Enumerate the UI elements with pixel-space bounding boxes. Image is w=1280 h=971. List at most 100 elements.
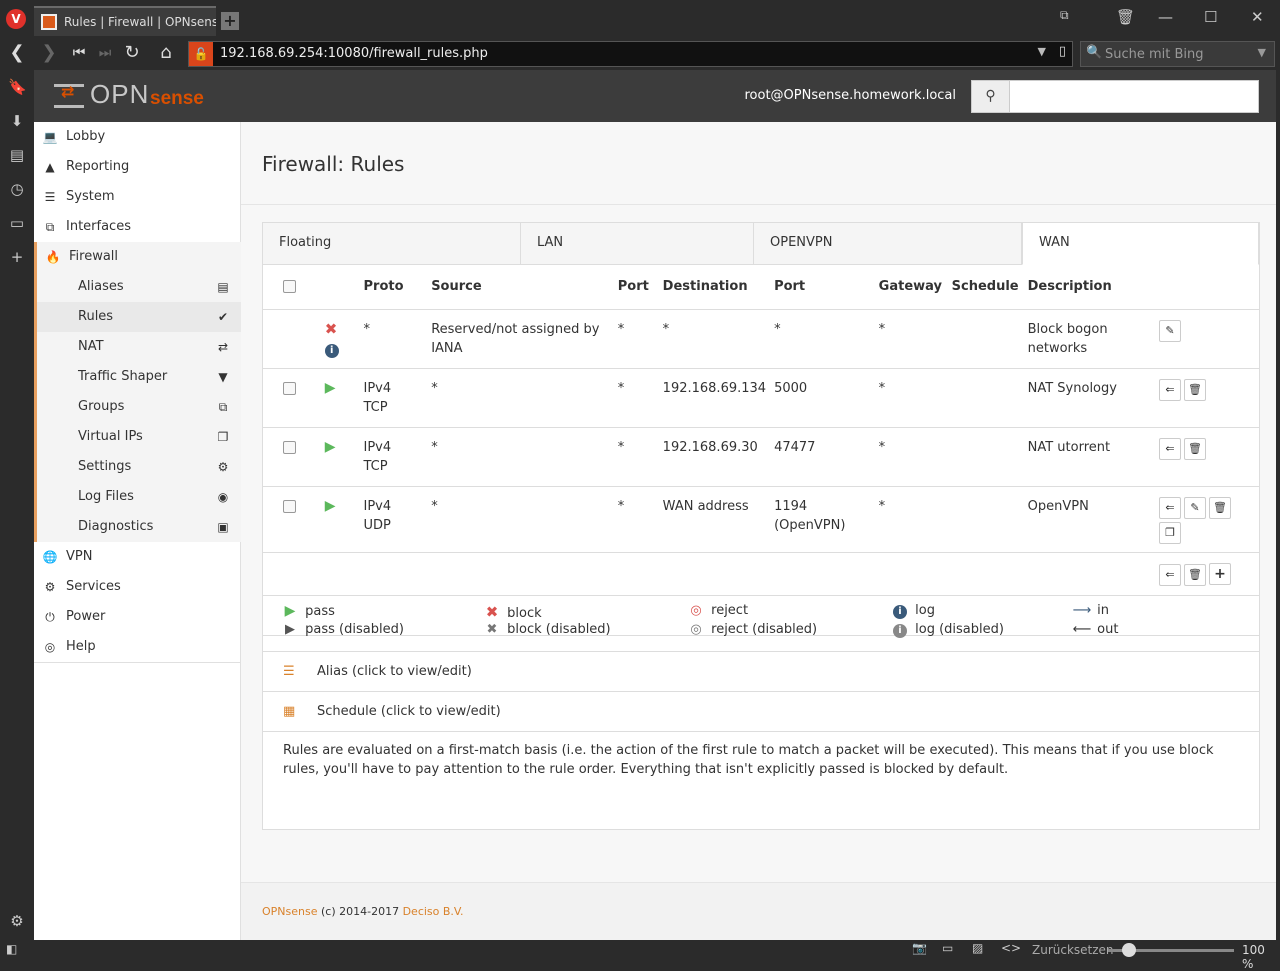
rule-checkbox[interactable] <box>283 381 296 395</box>
panel-toggle-icon[interactable]: ◧ <box>6 942 17 956</box>
pass-icon[interactable]: ▶ <box>325 380 336 396</box>
table-row: ▶ IPv4 TCP * * 192.168.69.134 5000 * NAT … <box>263 368 1259 428</box>
web-search-field[interactable]: 🔍 Suche mit Bing ▼ <box>1080 41 1275 67</box>
sidebar-item-power[interactable]: ⏻ Power <box>34 602 241 632</box>
sidebar-item-system[interactable]: ☰ System <box>34 182 241 212</box>
sidebar-item-interfaces[interactable]: ⧉ Interfaces <box>34 212 241 242</box>
cell-destination: WAN address <box>658 486 771 553</box>
page-footer: OPNsense (c) 2014-2017 Deciso B.V. <box>241 882 1276 940</box>
downloads-panel-icon[interactable]: ⬇ <box>8 112 26 130</box>
fast-forward-button[interactable]: ⏭ <box>94 45 116 61</box>
move-before-button[interactable]: ⇐ <box>1159 378 1182 401</box>
table-row: ▶ IPv4 TCP * * 192.168.69.30 47477 * NAT … <box>263 427 1259 487</box>
sidebar-subitem-diagnostics[interactable]: Diagnostics ▣ <box>34 512 241 542</box>
sidebar-subitem-rules[interactable]: Rules ✔ <box>34 302 241 332</box>
sidebar-subitem-aliases[interactable]: Aliases ▤ <box>34 272 241 302</box>
laptop-icon: 💻 <box>42 130 58 144</box>
delete-rule-button[interactable]: 🗑 <box>1184 378 1207 401</box>
home-button[interactable]: ⌂ <box>155 42 177 63</box>
tab-floating[interactable]: Floating <box>263 223 521 265</box>
tab-openvpn[interactable]: OPENVPN <box>754 223 1022 265</box>
user-label[interactable]: root@OPNsense.homework.local <box>744 88 956 103</box>
rule-checkbox[interactable] <box>283 499 296 513</box>
history-panel-icon[interactable]: ◷ <box>8 180 26 198</box>
move-selected-button[interactable]: ⇐ <box>1159 563 1182 586</box>
add-panel-icon[interactable]: + <box>8 248 26 266</box>
sidebar-subitem-nat[interactable]: NAT ⇄ <box>34 332 241 362</box>
forward-button[interactable]: ❯ <box>38 42 60 63</box>
chevron-down-icon[interactable]: ▼ <box>1258 46 1266 59</box>
search-icon[interactable]: ⚲ <box>972 81 1010 112</box>
trash-icon[interactable]: 🗑 <box>1116 8 1135 26</box>
footer-company-link[interactable]: Deciso B.V. <box>403 905 464 918</box>
sidebar-item-services[interactable]: ⚙ Services <box>34 572 241 602</box>
cell-destination: 192.168.69.134 <box>658 368 771 428</box>
sidebar-item-lobby[interactable]: 💻 Lobby <box>34 122 241 152</box>
browser-side-panel: 🔖 ⬇ ▤ ◷ ▭ + ⚙ <box>0 70 34 940</box>
sidebar-item-reporting[interactable]: ▲ Reporting <box>34 152 241 182</box>
opnsense-logo[interactable]: ⇄ OPN sense <box>54 79 214 112</box>
move-before-button[interactable]: ⇐ <box>1159 437 1182 460</box>
sidebar-subitem-traffic-shaper[interactable]: Traffic Shaper ▼ <box>34 362 241 392</box>
image-icon[interactable]: ▨ <box>972 941 983 955</box>
list-icon: ☰ <box>283 664 295 679</box>
schedule-legend-row: ▦ Schedule (click to view/edit) <box>263 692 1259 732</box>
zoom-reset-label[interactable]: Zurücksetzen <box>1032 943 1114 957</box>
block-icon[interactable]: ✖ <box>325 320 338 338</box>
insecure-lock-icon[interactable]: 🔓 <box>189 42 213 66</box>
edit-rule-button[interactable]: ✎ <box>1184 496 1207 519</box>
select-all-checkbox[interactable] <box>283 280 296 294</box>
sidebar-subitem-settings[interactable]: Settings ⚙ <box>34 452 241 482</box>
sidebar-item-help[interactable]: ◎ Help <box>34 632 241 662</box>
page-actions-icon[interactable]: <> <box>1001 941 1021 955</box>
delete-selected-button[interactable]: 🗑 <box>1184 563 1207 586</box>
vivaldi-menu-icon[interactable]: V <box>6 9 26 29</box>
zoom-slider-handle[interactable] <box>1122 943 1136 957</box>
sidebar-subitem-log-files[interactable]: Log Files ◉ <box>34 482 241 512</box>
move-before-button[interactable]: ⇐ <box>1159 496 1182 519</box>
sidebar-item-vpn[interactable]: 🌐 VPN <box>34 542 241 572</box>
tab-wan[interactable]: WAN <box>1022 222 1259 265</box>
footer-brand-link[interactable]: OPNsense <box>262 905 318 918</box>
sidebar-subitem-groups[interactable]: Groups ⧉ <box>34 392 241 422</box>
proto-value: IPv4 <box>363 380 392 396</box>
sidebar-subitem-virtual-ips[interactable]: Virtual IPs ❐ <box>34 422 241 452</box>
new-tab-button[interactable]: + <box>221 12 239 30</box>
camera-icon[interactable]: 📷 <box>912 941 927 955</box>
browser-status-bar: ◧ 📷 ▭ ▨ <> Zurücksetzen 100 % <box>0 940 1280 971</box>
sidebar-subitem-label: Rules <box>78 309 114 324</box>
browser-tab[interactable]: Rules | Firewall | OPNsense.h <box>34 6 216 36</box>
reload-button[interactable]: ↻ <box>121 42 143 63</box>
settings-gear-icon[interactable]: ⚙ <box>8 912 26 930</box>
port-alias[interactable]: (OpenVPN) <box>774 518 845 533</box>
log-info-icon[interactable]: i <box>324 343 339 358</box>
bookmarks-panel-icon[interactable]: 🔖 <box>8 78 27 96</box>
rewind-button[interactable]: ⏮ <box>68 45 90 61</box>
bookmark-icon[interactable]: ▯ <box>1059 44 1066 59</box>
clone-rule-button[interactable]: ❐ <box>1159 521 1182 544</box>
legend-label: block (disabled) <box>507 622 611 637</box>
delete-rule-button[interactable]: 🗑 <box>1209 496 1232 519</box>
tab-lan[interactable]: LAN <box>521 223 754 265</box>
tiling-icon[interactable]: ▭ <box>942 941 953 955</box>
window-panel-icon[interactable]: ⧉ <box>1060 8 1069 23</box>
url-dropdown-icon[interactable]: ▼ <box>1038 45 1046 58</box>
notes-panel-icon[interactable]: ▤ <box>8 146 26 164</box>
maximize-button[interactable]: ☐ <box>1204 8 1217 26</box>
header-search-input[interactable]: ⚲ <box>971 80 1259 113</box>
edit-rule-button[interactable]: ✎ <box>1159 319 1182 342</box>
add-rule-button[interactable]: + <box>1209 562 1232 585</box>
sidebar-item-firewall[interactable]: 🔥 Firewall <box>34 242 241 272</box>
minimize-button[interactable]: — <box>1158 8 1173 26</box>
window-panel-icon[interactable]: ▭ <box>8 214 26 232</box>
back-button[interactable]: ❮ <box>6 42 28 63</box>
search-engine-icon[interactable]: 🔍 <box>1086 45 1102 60</box>
close-window-button[interactable]: ✕ <box>1251 8 1264 26</box>
cell-dest-port: 1194 (OpenVPN) <box>770 486 875 553</box>
delete-rule-button[interactable]: 🗑 <box>1184 437 1207 460</box>
url-bar[interactable]: 🔓 192.168.69.254:10080/firewall_rules.ph… <box>188 41 1073 67</box>
pass-icon[interactable]: ▶ <box>325 439 336 455</box>
rule-checkbox[interactable] <box>283 440 296 454</box>
pass-icon[interactable]: ▶ <box>325 498 336 514</box>
cell-gateway: * <box>874 368 948 428</box>
